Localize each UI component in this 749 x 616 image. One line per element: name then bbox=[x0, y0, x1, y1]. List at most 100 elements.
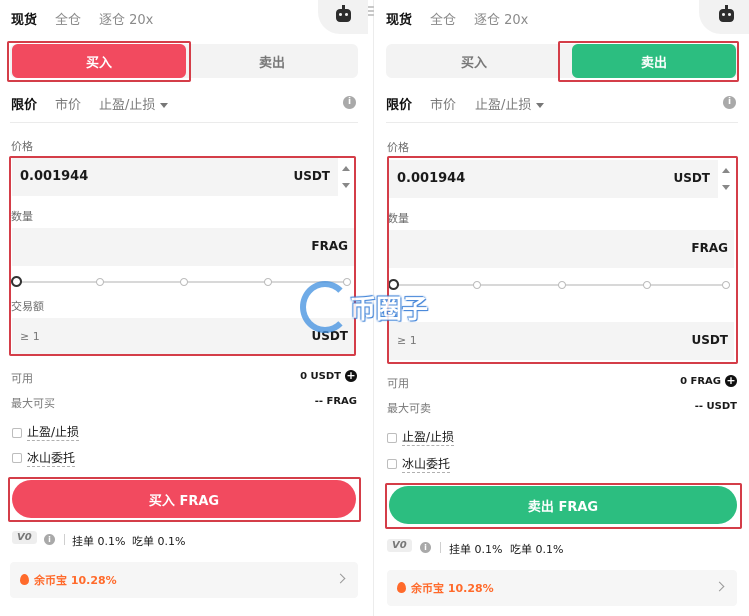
buy-tab[interactable]: 买入 bbox=[12, 44, 186, 78]
order-type-tpsl[interactable]: 止盈/止损 bbox=[475, 94, 545, 113]
slider-knob[interactable] bbox=[388, 279, 399, 290]
tab-spot[interactable]: 现货 bbox=[11, 9, 37, 28]
tab-cross[interactable]: 全仓 bbox=[55, 9, 81, 28]
submit-buy-button[interactable]: 买入 FRAG bbox=[12, 480, 356, 518]
tpsl-checkbox[interactable] bbox=[12, 428, 22, 438]
slider-step-25[interactable] bbox=[473, 281, 481, 289]
slider-step-25[interactable] bbox=[96, 278, 104, 286]
promo-text: 余币宝 10.28% bbox=[411, 582, 494, 595]
price-unit: USDT bbox=[293, 169, 330, 183]
savings-promo[interactable]: 余币宝 10.28% bbox=[387, 570, 737, 606]
tpsl-option-label[interactable]: 止盈/止损 bbox=[27, 425, 80, 441]
sell-tab[interactable]: 卖出 bbox=[186, 44, 358, 78]
add-funds-icon[interactable]: + bbox=[725, 375, 737, 387]
price-input[interactable]: 0.001944 USDT bbox=[12, 158, 354, 196]
slider-step-100[interactable] bbox=[722, 281, 730, 289]
buy-tab[interactable]: 买入 bbox=[386, 44, 562, 78]
max-sell-label: 最大可卖 bbox=[387, 402, 431, 415]
chevron-right-icon bbox=[335, 573, 346, 584]
total-placeholder: ≥ 1 bbox=[20, 330, 40, 343]
divider bbox=[64, 534, 65, 545]
info-icon[interactable]: i bbox=[723, 96, 736, 109]
tab-isolated[interactable]: 逐仓 20x bbox=[474, 9, 528, 28]
decrement-icon[interactable] bbox=[342, 183, 350, 188]
price-value: 0.001944 bbox=[20, 169, 89, 184]
order-type-tpsl-label: 止盈/止损 bbox=[475, 98, 532, 113]
order-type-tabs: 限价 市价 止盈/止损 i bbox=[0, 92, 373, 114]
available-value: 0 USDT bbox=[300, 371, 341, 382]
tab-cross[interactable]: 全仓 bbox=[430, 9, 456, 28]
total-input[interactable]: ≥ 1 USDT bbox=[12, 318, 354, 356]
max-buy-value: -- FRAG bbox=[314, 396, 357, 407]
order-type-tabs: 限价 市价 止盈/止损 i bbox=[375, 92, 749, 114]
price-stepper[interactable] bbox=[718, 160, 734, 198]
order-type-market[interactable]: 市价 bbox=[55, 94, 81, 113]
price-value: 0.001944 bbox=[397, 171, 466, 186]
amount-label: 数量 bbox=[387, 212, 409, 225]
sell-panel: 现货 全仓 逐仓 20x 买入 卖出 限价 市价 止盈/止损 i 价格 0.00… bbox=[375, 0, 749, 616]
increment-icon[interactable] bbox=[722, 168, 730, 173]
available-label: 可用 bbox=[387, 377, 409, 390]
tpsl-option-label[interactable]: 止盈/止损 bbox=[402, 430, 455, 446]
info-icon[interactable]: i bbox=[343, 96, 356, 109]
divider bbox=[440, 542, 441, 553]
info-icon[interactable]: i bbox=[44, 534, 55, 545]
tab-spot[interactable]: 现货 bbox=[386, 9, 412, 28]
chevron-down-icon bbox=[160, 103, 169, 108]
iceberg-checkbox[interactable] bbox=[387, 459, 397, 469]
order-type-market[interactable]: 市价 bbox=[430, 94, 456, 113]
chevron-down-icon bbox=[536, 103, 545, 108]
taker-fee: 吃单 0.1% bbox=[132, 535, 186, 548]
account-tabs: 现货 全仓 逐仓 20x bbox=[375, 0, 749, 36]
price-input[interactable]: 0.001944 USDT bbox=[389, 160, 734, 198]
order-type-limit[interactable]: 限价 bbox=[11, 94, 37, 113]
slider-step-50[interactable] bbox=[180, 278, 188, 286]
price-label: 价格 bbox=[387, 141, 409, 154]
tpsl-checkbox[interactable] bbox=[387, 433, 397, 443]
available-label: 可用 bbox=[11, 372, 33, 385]
amount-unit: FRAG bbox=[311, 239, 348, 253]
maker-fee: 挂单 0.1% bbox=[449, 543, 503, 556]
slider-step-75[interactable] bbox=[264, 278, 272, 286]
iceberg-option-label[interactable]: 冰山委托 bbox=[27, 451, 76, 467]
total-placeholder: ≥ 1 bbox=[397, 334, 417, 347]
slider-step-50[interactable] bbox=[558, 281, 566, 289]
amount-input[interactable]: FRAG bbox=[12, 228, 354, 266]
trading-bot-button[interactable] bbox=[699, 0, 749, 34]
tab-isolated[interactable]: 逐仓 20x bbox=[99, 9, 153, 28]
order-type-limit[interactable]: 限价 bbox=[386, 94, 412, 113]
chevron-right-icon bbox=[714, 581, 725, 592]
available-value-row: 0 FRAG + bbox=[680, 375, 737, 387]
slider-step-75[interactable] bbox=[643, 281, 651, 289]
flame-icon bbox=[20, 574, 29, 585]
submit-sell-button[interactable]: 卖出 FRAG bbox=[389, 486, 737, 524]
price-stepper[interactable] bbox=[338, 158, 354, 196]
taker-fee: 吃单 0.1% bbox=[510, 543, 564, 556]
robot-icon bbox=[336, 5, 351, 22]
order-type-tpsl[interactable]: 止盈/止损 bbox=[99, 94, 169, 113]
available-value-row: 0 USDT + bbox=[300, 370, 357, 382]
amount-slider[interactable] bbox=[11, 276, 351, 288]
add-funds-icon[interactable]: + bbox=[345, 370, 357, 382]
increment-icon[interactable] bbox=[342, 166, 350, 171]
vip-badge[interactable]: V0 bbox=[12, 531, 37, 544]
sell-tab[interactable]: 卖出 bbox=[572, 44, 736, 78]
available-value: 0 FRAG bbox=[680, 376, 721, 387]
menu-handle-icon[interactable] bbox=[368, 6, 374, 16]
trading-bot-button[interactable] bbox=[318, 0, 368, 34]
slider-step-100[interactable] bbox=[343, 278, 351, 286]
iceberg-checkbox[interactable] bbox=[12, 453, 22, 463]
vip-badge[interactable]: V0 bbox=[387, 539, 412, 552]
amount-slider[interactable] bbox=[388, 279, 730, 291]
fee-row: V0 i 挂单 0.1% 吃单 0.1% bbox=[12, 531, 312, 549]
total-unit: USDT bbox=[311, 329, 348, 343]
iceberg-option-label[interactable]: 冰山委托 bbox=[402, 457, 451, 473]
decrement-icon[interactable] bbox=[722, 185, 730, 190]
amount-input[interactable]: FRAG bbox=[389, 230, 734, 268]
total-label: 交易额 bbox=[11, 300, 44, 313]
info-icon[interactable]: i bbox=[420, 542, 431, 553]
slider-knob[interactable] bbox=[11, 276, 22, 287]
savings-promo[interactable]: 余币宝 10.28% bbox=[10, 562, 358, 598]
total-input[interactable]: ≥ 1 USDT bbox=[389, 322, 734, 360]
divider bbox=[10, 122, 358, 123]
